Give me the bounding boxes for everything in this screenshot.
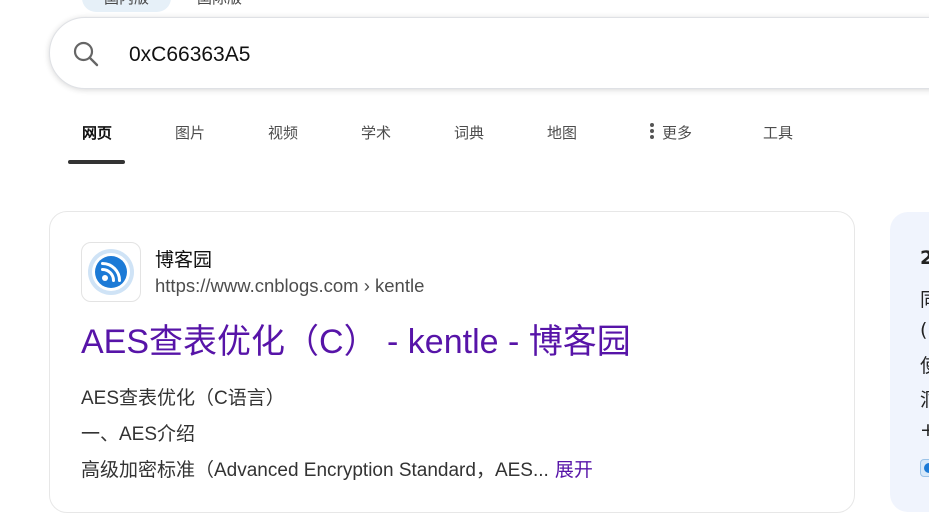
tab-images[interactable]: 图片 xyxy=(172,118,208,148)
snippet-line: AES查表优化（C语言） xyxy=(81,388,285,409)
side-card-text: 同 xyxy=(920,285,929,312)
side-panel-card: 2 同 ( 使 洞 + xyxy=(890,212,929,512)
side-card-text: ( xyxy=(920,319,928,341)
site-favicon[interactable] xyxy=(81,242,141,302)
side-card-text: 使 xyxy=(920,351,929,378)
result-title-link[interactable]: AES查表优化（C） - kentle - 博客园 xyxy=(81,314,631,363)
search-bar[interactable] xyxy=(49,17,929,89)
tab-academic[interactable]: 学术 xyxy=(358,118,394,148)
tab-more[interactable]: 更多 xyxy=(645,118,697,148)
tab-dictionary[interactable]: 词典 xyxy=(451,118,487,148)
tab-tools[interactable]: 工具 xyxy=(760,118,796,148)
result-card: 博客园 https://www.cnblogs.com › kentle AES… xyxy=(49,211,855,513)
side-card-text: 洞 xyxy=(920,385,929,412)
side-card-favicon-icon[interactable] xyxy=(920,459,929,477)
site-url[interactable]: https://www.cnblogs.com › kentle xyxy=(155,275,424,297)
side-card-text: 2 xyxy=(920,247,929,269)
search-tabs: 网页 图片 视频 学术 词典 地图 更多 工具 xyxy=(0,118,929,166)
snippet-line: 一、AES介绍 xyxy=(81,424,196,445)
search-input[interactable] xyxy=(127,36,911,74)
search-icon[interactable] xyxy=(72,40,100,68)
region-international-button[interactable]: 国际版 xyxy=(171,0,268,12)
search-results-page: 国内版 国际版 网页 图片 视频 学术 词典 地图 更多 工具 xyxy=(0,0,929,526)
site-name[interactable]: 博客园 xyxy=(155,245,212,272)
side-card-text: + xyxy=(920,419,929,441)
snippet-line-last: 高级加密标准（Advanced Encryption Standard，AES.… xyxy=(81,455,593,482)
tab-maps[interactable]: 地图 xyxy=(544,118,580,148)
tab-videos[interactable]: 视频 xyxy=(265,118,301,148)
more-vertical-icon xyxy=(649,121,654,141)
expand-link[interactable]: 展开 xyxy=(555,460,593,481)
region-toggle: 国内版 国际版 xyxy=(82,0,268,12)
cnblogs-logo-icon xyxy=(88,249,134,295)
tab-more-label: 更多 xyxy=(661,124,692,142)
active-tab-indicator xyxy=(68,160,125,164)
region-domestic-button[interactable]: 国内版 xyxy=(82,0,172,12)
snippet-line-text: 高级加密标准（Advanced Encryption Standard，AES.… xyxy=(81,460,549,481)
tab-web[interactable]: 网页 xyxy=(79,118,115,148)
